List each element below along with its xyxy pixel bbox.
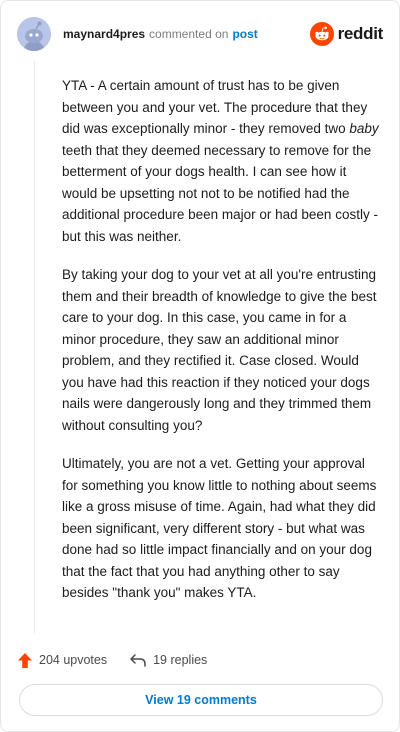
comment-paragraph: YTA - A certain amount of trust has to b… bbox=[62, 75, 382, 247]
comment-paragraph: Ultimately, you are not a vet. Getting y… bbox=[62, 456, 377, 600]
comment-text: teeth that they deemed necessary to remo… bbox=[62, 142, 378, 244]
reddit-wordmark: reddit bbox=[337, 24, 384, 43]
thread-line[interactable] bbox=[34, 61, 35, 633]
comment-text: YTA - A certain amount of trust has to b… bbox=[62, 78, 368, 136]
comment-emphasis: baby bbox=[349, 121, 379, 136]
reply-arrow-icon bbox=[130, 654, 146, 667]
user-avatar[interactable] bbox=[17, 17, 51, 51]
post-link[interactable]: post bbox=[232, 27, 257, 41]
reddit-brand[interactable]: reddit bbox=[309, 22, 384, 46]
upvote-count: 204 upvotes bbox=[39, 653, 108, 667]
reddit-logo-icon bbox=[309, 22, 334, 46]
comment-footer: 204 upvotes 19 replies bbox=[17, 649, 207, 671]
commented-on-text: commented on bbox=[149, 27, 229, 41]
upvote-stat[interactable]: 204 upvotes bbox=[17, 652, 107, 669]
view-comments-button[interactable]: View 19 comments bbox=[19, 684, 383, 716]
comment-meta: maynard4pres commented on post bbox=[63, 27, 258, 41]
upvote-arrow-icon bbox=[18, 652, 32, 668]
reply-count: 19 replies bbox=[153, 653, 208, 667]
comment-card: maynard4pres commented on post reddit YT… bbox=[0, 0, 400, 732]
username-link[interactable]: maynard4pres bbox=[63, 27, 145, 41]
comment-body: YTA - A certain amount of trust has to b… bbox=[62, 75, 382, 621]
reply-stat[interactable]: 19 replies bbox=[129, 652, 207, 668]
comment-header: maynard4pres commented on post reddit bbox=[17, 17, 383, 51]
comment-paragraph: By taking your dog to your vet at all yo… bbox=[62, 267, 377, 433]
snoo-avatar-icon bbox=[17, 17, 51, 51]
